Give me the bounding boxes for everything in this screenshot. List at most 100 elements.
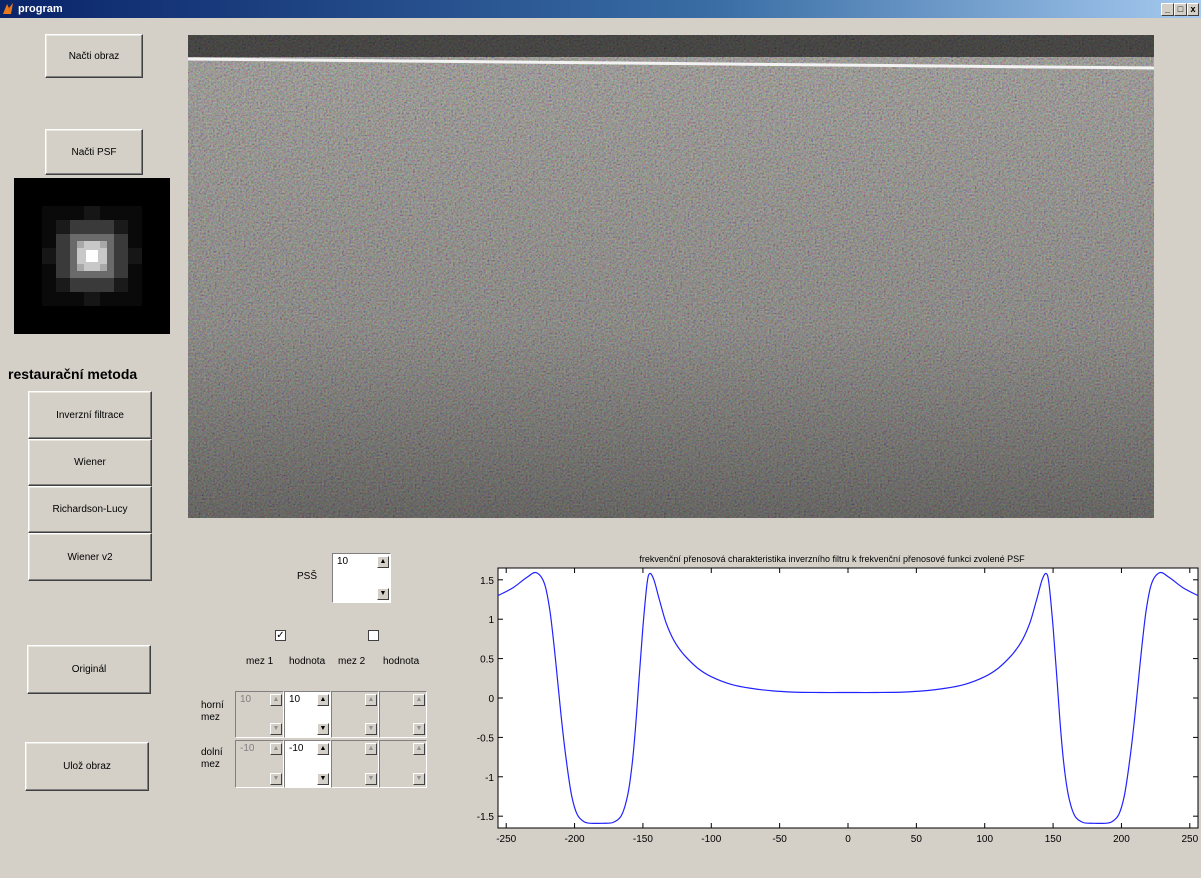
lower-mez1-value: -10 <box>240 743 255 754</box>
triangle-up-icon: ▲ <box>272 745 280 752</box>
triangle-up-icon: ▲ <box>415 696 423 703</box>
upper-mez1-value: 10 <box>240 694 252 705</box>
upper-value2-up-arrow[interactable]: ▲ <box>413 694 425 706</box>
triangle-up-icon: ▲ <box>367 745 375 752</box>
title-bar: program _ □ x <box>0 0 1201 18</box>
triangle-down-icon: ▼ <box>272 775 280 782</box>
method-wiener-button[interactable]: Wiener <box>28 439 152 486</box>
lower-value2-up-arrow[interactable]: ▲ <box>413 743 425 755</box>
lower-mez1-spinner[interactable]: -10 ▲ ▼ <box>235 740 284 788</box>
x-tick-label: -150 <box>633 834 653 845</box>
upper-mez2-up-arrow[interactable]: ▲ <box>365 694 377 706</box>
lower-value2-spinner[interactable]: ▲ ▼ <box>379 740 427 788</box>
lower-mez2-down-arrow[interactable]: ▼ <box>365 773 377 785</box>
header-hodnota2: hodnota <box>383 656 420 667</box>
upper-mez2-down-arrow[interactable]: ▼ <box>365 723 377 735</box>
chart-title: frekvenční přenosová charakteristika inv… <box>639 554 1025 564</box>
upper-value1-spinner[interactable]: 10 ▲ ▼ <box>284 691 331 738</box>
lower-value1-up-arrow[interactable]: ▲ <box>317 743 329 755</box>
x-tick-label: 250 <box>1181 834 1198 845</box>
y-tick-label: -1 <box>485 773 494 784</box>
lower-mez2-up-arrow[interactable]: ▲ <box>365 743 377 755</box>
x-tick-label: -250 <box>496 834 516 845</box>
upper-value1-up-arrow[interactable]: ▲ <box>317 694 329 706</box>
psnr-spinner[interactable]: 10 ▲ ▼ <box>332 553 391 603</box>
psnr-down-arrow[interactable]: ▼ <box>377 588 389 600</box>
upper-value1-down-arrow[interactable]: ▼ <box>317 723 329 735</box>
method-wiener-v2-button[interactable]: Wiener v2 <box>28 533 152 581</box>
triangle-down-icon: ▼ <box>367 775 375 782</box>
y-tick-label: 1 <box>488 615 494 626</box>
triangle-down-icon: ▼ <box>415 725 423 732</box>
lower-value2-down-arrow[interactable]: ▼ <box>413 773 425 785</box>
triangle-down-icon: ▼ <box>379 590 387 597</box>
x-tick-label: 200 <box>1113 834 1130 845</box>
triangle-up-icon: ▲ <box>319 745 327 752</box>
header-mez2: mez 2 <box>338 656 366 667</box>
plot-area: -250 -200 -150 -100 -50 0 50 100 150 200 250 1.5 1 0.… <box>477 567 1199 845</box>
lower-value1-down-arrow[interactable]: ▼ <box>317 773 329 785</box>
frequency-response-chart: frekvenční přenosová charakteristika inv… <box>477 554 1199 845</box>
x-tick-label: -50 <box>772 834 787 845</box>
y-tick-label: 0.5 <box>480 655 494 666</box>
y-tick-label: 0 <box>488 694 494 705</box>
triangle-down-icon: ▼ <box>272 725 280 732</box>
triangle-down-icon: ▼ <box>319 725 327 732</box>
row-label-upper: horní mez <box>201 700 224 723</box>
upper-value2-spinner[interactable]: ▲ ▼ <box>379 691 427 738</box>
y-tick-label: -0.5 <box>477 733 495 744</box>
maximize-button[interactable]: □ <box>1174 3 1187 16</box>
plot-frame <box>497 567 1199 829</box>
row-label-lower: dolní mez <box>201 747 223 770</box>
original-button[interactable]: Originál <box>27 645 151 694</box>
maximize-icon: □ <box>1177 4 1184 14</box>
load-image-button[interactable]: Načti obraz <box>45 34 143 78</box>
lower-mez1-down-arrow[interactable]: ▼ <box>270 773 282 785</box>
header-hodnota1: hodnota <box>289 656 326 667</box>
lower-mez1-up-arrow[interactable]: ▲ <box>270 743 282 755</box>
header-mez1: mez 1 <box>246 656 274 667</box>
y-tick-label: 1.5 <box>480 576 494 587</box>
matlab-icon <box>3 3 13 14</box>
upper-mez1-spinner[interactable]: 10 ▲ ▼ <box>235 691 284 738</box>
minimize-button[interactable]: _ <box>1161 3 1174 16</box>
triangle-up-icon: ▲ <box>379 558 387 565</box>
method-richardson-lucy-button[interactable]: Richardson-Lucy <box>28 486 152 533</box>
triangle-up-icon: ▲ <box>367 696 375 703</box>
x-tick-label: 50 <box>911 834 923 845</box>
upper-mez1-up-arrow[interactable]: ▲ <box>270 694 282 706</box>
psnr-value: 10 <box>337 556 349 567</box>
close-button[interactable]: x <box>1187 3 1199 16</box>
upper-mez1-down-arrow[interactable]: ▼ <box>270 723 282 735</box>
minimize-icon: _ <box>1164 4 1170 14</box>
triangle-down-icon: ▼ <box>367 725 375 732</box>
upper-value2-down-arrow[interactable]: ▼ <box>413 723 425 735</box>
x-tick-label: 150 <box>1045 834 1062 845</box>
load-psf-button[interactable]: Načti PSF <box>45 129 143 175</box>
check-icon: ✓ <box>276 630 285 641</box>
save-image-button[interactable]: Ulož obraz <box>25 742 149 791</box>
psnr-up-arrow[interactable]: ▲ <box>377 556 389 568</box>
psf-preview <box>14 178 170 334</box>
triangle-up-icon: ▲ <box>272 696 280 703</box>
image-display <box>188 35 1154 518</box>
mez2-checkbox[interactable] <box>368 630 379 641</box>
upper-mez2-spinner[interactable]: ▲ ▼ <box>331 691 379 738</box>
x-tick-label: -200 <box>565 834 585 845</box>
lower-value1-spinner[interactable]: -10 ▲ ▼ <box>284 740 331 788</box>
triangle-up-icon: ▲ <box>319 696 327 703</box>
y-tick-label: -1.5 <box>477 812 495 823</box>
x-tick-label: 0 <box>845 834 851 845</box>
psnr-label: PSŠ <box>297 571 318 582</box>
close-icon: x <box>1190 4 1196 14</box>
triangle-down-icon: ▼ <box>415 775 423 782</box>
triangle-up-icon: ▲ <box>415 745 423 752</box>
mez1-checkbox[interactable]: ✓ <box>275 630 286 641</box>
x-tick-label: 100 <box>976 834 993 845</box>
lower-mez2-spinner[interactable]: ▲ ▼ <box>331 740 379 788</box>
method-heading: restaurační metoda <box>8 366 138 382</box>
upper-value1-value: 10 <box>289 694 301 705</box>
lower-value1-value: -10 <box>289 743 304 754</box>
method-inverse-filter-button[interactable]: Inverzní filtrace <box>28 391 152 439</box>
window-title: program <box>18 3 63 15</box>
